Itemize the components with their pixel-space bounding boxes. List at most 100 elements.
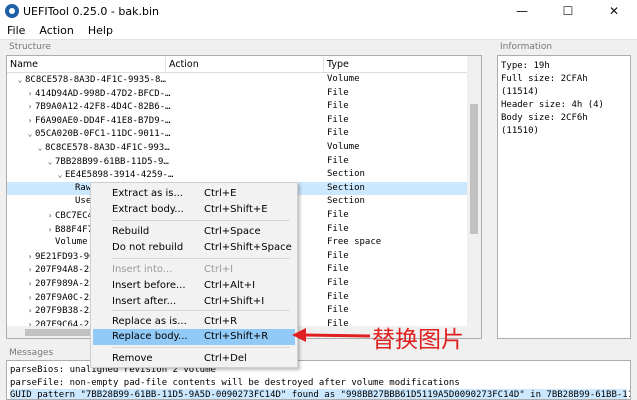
menu-item-label: Replace body...	[112, 331, 188, 342]
tree-header: Name Action Type	[7, 56, 469, 73]
close-button[interactable]: ✕	[591, 0, 637, 22]
column-header-type[interactable]: Type	[327, 59, 349, 70]
tree-row-type: File	[327, 223, 349, 234]
context-menu-item-insert-before[interactable]: Insert before... Ctrl+Alt+I	[91, 278, 297, 294]
tree-row-name: 207F989A-23	[35, 278, 95, 289]
tree-row-type: Section	[327, 196, 365, 207]
tree-row-type: Section	[327, 182, 365, 193]
chevron-down-icon[interactable]: ⌄	[25, 127, 35, 141]
menu-separator	[112, 347, 290, 348]
context-menu-item-remove[interactable]: Remove Ctrl+Del	[91, 351, 297, 367]
tree-row-name: 414D94AD-998D-47D2-BFCD-…	[35, 88, 171, 99]
info-line: Type: 19h	[501, 61, 550, 71]
tree-row-name: F6A90AE0-DD4F-41E8-B7D9-…	[35, 115, 171, 126]
context-menu-item-extract-body[interactable]: Extract body... Ctrl+Shift+E	[91, 202, 297, 218]
menu-item-shortcut: Ctrl+Shift+R	[204, 331, 269, 342]
tree-row-type: Volume	[327, 141, 360, 152]
menu-item-label: Replace as is...	[112, 316, 187, 327]
message-line-selected[interactable]: GUID pattern "7BB28B99-61BB-11D5-9A5D-00…	[10, 389, 630, 399]
context-menu-item-insert-after[interactable]: Insert after... Ctrl+Shift+I	[91, 294, 297, 310]
tree-row[interactable]: › F6A90AE0-DD4F-41E8-B7D9-… File	[7, 114, 469, 128]
chevron-right-icon[interactable]: ›	[25, 263, 35, 277]
menu-separator	[112, 220, 290, 221]
tree-row-type: File	[327, 128, 349, 139]
context-menu-item-replace-as-is[interactable]: Replace as is... Ctrl+R	[91, 314, 297, 330]
tree-row-name: 7B9A0A12-42F8-4D4C-82B6-…	[35, 102, 171, 113]
tree-row-type: File	[327, 209, 349, 220]
context-menu-item-replace-body[interactable]: Replace body... Ctrl+Shift+R	[93, 329, 295, 345]
chevron-right-icon[interactable]: ›	[25, 304, 35, 318]
app-icon	[5, 4, 19, 18]
menu-file[interactable]: File	[0, 24, 32, 37]
info-line: Header size: 4h (4)	[501, 100, 604, 110]
menu-item-label: Insert after...	[112, 296, 177, 307]
maximize-button[interactable]: ☐	[545, 0, 591, 22]
chevron-right-icon[interactable]: ›	[25, 100, 35, 114]
tree-row-type: File	[327, 114, 349, 125]
tree-row-type: File	[327, 101, 349, 112]
tree-row[interactable]: › 7B9A0A12-42F8-4D4C-82B6-… File	[7, 100, 469, 114]
column-header-action[interactable]: Action	[169, 59, 199, 70]
tree-row-type: File	[327, 87, 349, 98]
tree-row[interactable]: ⌄ EE4E5898-3914-4259-… Section	[7, 168, 469, 182]
menu-action[interactable]: Action	[32, 24, 80, 37]
menu-help[interactable]: Help	[81, 24, 120, 37]
tree-row-name: 207F94A8-23	[35, 265, 95, 276]
vertical-scrollbar[interactable]	[467, 56, 481, 338]
tree-row[interactable]: ⌄ 8C8CE578-8A3D-4F1C-9935-8… Volume	[7, 73, 469, 87]
title-bar: UEFITool 0.25.0 - bak.bin — ☐ ✕	[0, 0, 637, 22]
chevron-right-icon[interactable]: ›	[25, 250, 35, 264]
tree-row-name: 05CA020B-0FC1-11DC-9011-…	[35, 129, 171, 140]
menu-bar: File Action Help	[0, 22, 637, 40]
tree-row-name: EE4E5898-3914-4259-…	[65, 170, 174, 181]
minimize-button[interactable]: —	[499, 0, 545, 22]
menu-item-label: Extract as is...	[112, 188, 184, 199]
column-header-name[interactable]: Name	[10, 59, 38, 70]
tree-row-name: 7BB28B99-61BB-11D5-9…	[55, 156, 169, 167]
tree-row-name: 8C8CE578-8A3D-4F1C-993…	[45, 142, 170, 153]
chevron-right-icon[interactable]: ›	[25, 114, 35, 128]
chevron-right-icon[interactable]: ›	[25, 87, 35, 101]
menu-item-label: Do not rebuild	[112, 242, 184, 253]
tree-row-type: File	[327, 155, 349, 166]
message-line[interactable]: parseFile: non-empty pad-file contents w…	[10, 377, 627, 390]
tree-row[interactable]: ⌄ 05CA020B-0FC1-11DC-9011-… File	[7, 127, 469, 141]
window-title: UEFITool 0.25.0 - bak.bin	[23, 4, 159, 18]
menu-item-shortcut: Ctrl+Shift+E	[204, 204, 268, 215]
tree-row-type: Volume	[327, 74, 360, 84]
chevron-right-icon[interactable]: ›	[25, 277, 35, 291]
context-menu-item-do-not-rebuild[interactable]: Do not rebuild Ctrl+Shift+Space	[91, 240, 297, 256]
chevron-down-icon[interactable]: ⌄	[15, 73, 25, 87]
tree-row[interactable]: ⌄ 8C8CE578-8A3D-4F1C-993… Volume	[7, 141, 469, 155]
menu-item-shortcut: Ctrl+Shift+I	[204, 296, 265, 307]
context-menu: Extract as is... Ctrl+E Extract body... Ctr…	[90, 182, 298, 368]
chevron-down-icon[interactable]: ⌄	[45, 155, 55, 169]
information-label: Information	[500, 42, 553, 52]
context-menu-item-extract-as-is[interactable]: Extract as is... Ctrl+E	[91, 186, 297, 202]
tree-row-type: File	[327, 250, 349, 261]
tree-row-name: 8C8CE578-8A3D-4F1C-9935-8…	[25, 75, 166, 85]
chevron-right-icon[interactable]: ›	[45, 209, 55, 223]
menu-item-label: Rebuild	[112, 226, 150, 237]
chevron-right-icon[interactable]: ›	[45, 223, 55, 237]
menu-separator	[112, 310, 290, 311]
menu-item-shortcut: Ctrl+R	[204, 316, 238, 327]
tree-row[interactable]: ⌄ 7BB28B99-61BB-11D5-9… File	[7, 155, 469, 169]
arrow-icon	[292, 328, 371, 342]
menu-item-label: Insert before...	[112, 280, 186, 291]
tree-row[interactable]: › 414D94AD-998D-47D2-BFCD-… File	[7, 87, 469, 101]
chevron-down-icon[interactable]: ⌄	[35, 141, 45, 155]
menu-separator	[112, 258, 290, 259]
tree-row-type: File	[327, 264, 349, 275]
information-panel: Type: 19h Full size: 2CFAh (11514) Heade…	[497, 55, 631, 339]
menu-item-shortcut: Ctrl+Alt+I	[204, 280, 256, 291]
tree-row-type: Section	[327, 169, 365, 180]
tree-row-type: File	[327, 291, 349, 302]
tree-row-name: 9E21FD93-9C	[35, 251, 95, 262]
chevron-down-icon[interactable]: ⌄	[55, 168, 65, 182]
scroll-thumb[interactable]	[470, 104, 478, 234]
chevron-right-icon[interactable]: ›	[25, 291, 35, 305]
menu-item-shortcut: Ctrl+Shift+Space	[204, 242, 292, 253]
context-menu-item-insert-into: Insert into... Ctrl+I	[91, 262, 297, 278]
context-menu-item-rebuild[interactable]: Rebuild Ctrl+Space	[91, 224, 297, 240]
